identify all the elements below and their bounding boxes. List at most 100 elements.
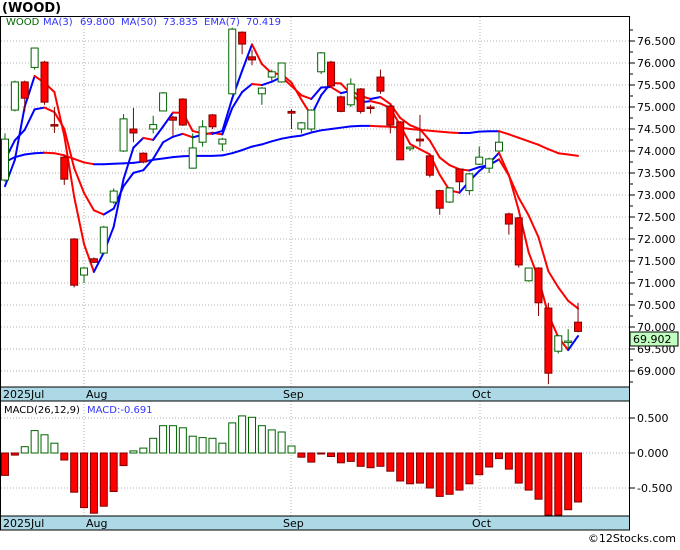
macd-bar — [11, 453, 18, 455]
candle-body — [456, 169, 463, 182]
price-tick-label: 74.500 — [637, 123, 676, 136]
ema7-line-segment — [440, 158, 450, 166]
ma3-line-segment — [74, 197, 84, 244]
macd-bar — [239, 416, 246, 453]
ma50-line-segment — [301, 133, 311, 136]
macd-bar — [377, 453, 384, 466]
price-tick-label: 71.500 — [637, 255, 676, 268]
candle — [61, 155, 68, 184]
ma50-line-segment — [539, 145, 549, 149]
ma50-line-segment — [222, 153, 232, 155]
candle — [100, 226, 107, 255]
macd-bar — [258, 426, 265, 453]
price-tick-label: 76.000 — [637, 57, 676, 70]
candle — [41, 61, 48, 105]
macd-bar — [199, 438, 206, 453]
candle — [446, 187, 453, 203]
ma50-line-segment — [54, 153, 64, 155]
ma50-line-segment — [430, 131, 440, 132]
candle — [258, 87, 265, 105]
ema7-line-segment — [469, 167, 479, 170]
candle — [337, 96, 344, 113]
candle-body — [347, 84, 354, 105]
candle-body — [140, 153, 147, 162]
x-axis-label: 2025Jul — [3, 517, 44, 530]
candle — [298, 122, 305, 133]
ma50-line-segment — [272, 139, 282, 142]
macd-bar — [298, 453, 305, 457]
x-axis-label: Oct — [472, 517, 492, 530]
candle-body — [337, 97, 344, 112]
macd-bar — [575, 453, 582, 502]
candle — [288, 109, 295, 129]
ma3-line-segment — [499, 153, 509, 175]
macd-bar — [486, 453, 493, 467]
ema7-line-segment — [133, 170, 143, 173]
macd-bar — [318, 453, 325, 454]
price-tick-label: 73.000 — [637, 189, 676, 202]
candle-body — [476, 157, 483, 164]
candle — [387, 105, 394, 134]
candle-body — [496, 142, 503, 151]
candle — [110, 188, 117, 203]
legend-ma3-label: MA(3) — [43, 17, 73, 28]
ma3-line-segment — [252, 44, 262, 64]
candle — [239, 31, 246, 54]
candle — [555, 335, 562, 353]
macd-bar — [565, 453, 572, 510]
price-tick-label: 72.000 — [637, 233, 676, 246]
ema7-line-segment — [183, 134, 193, 138]
x-axis-label: 2025Jul — [3, 388, 44, 401]
candle-body — [249, 57, 256, 60]
ma3-line — [5, 44, 578, 350]
macd-bar — [21, 447, 28, 453]
ema7-line-segment — [84, 193, 94, 210]
macd-bar — [140, 448, 147, 453]
candle — [535, 267, 542, 316]
candle-body — [407, 147, 414, 149]
ma50-line-segment — [84, 162, 94, 164]
macd-bar — [555, 453, 562, 515]
macd-bar — [249, 417, 256, 453]
ma50-line-segment — [25, 153, 35, 154]
legend-ema7-value: 70.419 — [246, 17, 281, 28]
macd-bar — [367, 453, 374, 468]
ema7-line-segment — [262, 82, 272, 85]
macd-legend-value: MACD:-0.691 — [87, 405, 153, 416]
candle — [515, 217, 522, 268]
ema7-line-segment — [301, 95, 311, 99]
candle-body — [446, 188, 453, 202]
ema7-line-segment — [430, 141, 440, 158]
candle-body — [318, 53, 325, 72]
ma50-line-segment — [74, 159, 84, 163]
ma50-line-segment — [529, 141, 539, 145]
x-axis-label: Oct — [472, 388, 492, 401]
candle-body — [199, 127, 206, 142]
candle-body — [169, 117, 176, 120]
candle-body — [130, 129, 137, 133]
macd-bar — [308, 453, 315, 462]
macd-bar — [2, 453, 9, 475]
macd-bar — [416, 453, 423, 483]
ema7-line-segment — [35, 108, 45, 110]
macd-bar — [446, 453, 453, 494]
candle-body — [525, 268, 532, 281]
macd-bar — [179, 428, 186, 453]
candle — [377, 70, 384, 94]
macd-bar — [100, 453, 107, 506]
candle-body — [110, 191, 117, 202]
macd-bar — [150, 438, 157, 453]
candle-body — [90, 259, 97, 263]
legend-ema7-label: EMA(7) — [204, 17, 240, 28]
macd-bar — [515, 453, 522, 483]
candle-body — [189, 148, 196, 168]
ma50-line-segment — [558, 153, 568, 154]
ma50-line-segment — [173, 156, 183, 157]
candle — [476, 147, 483, 165]
candle-body — [515, 218, 522, 265]
price-tick-label: 75.500 — [637, 79, 676, 92]
macd-bar — [130, 451, 137, 453]
price-tick-label: 74.000 — [637, 145, 676, 158]
ma3-line-segment — [371, 101, 381, 103]
candle — [308, 109, 315, 131]
